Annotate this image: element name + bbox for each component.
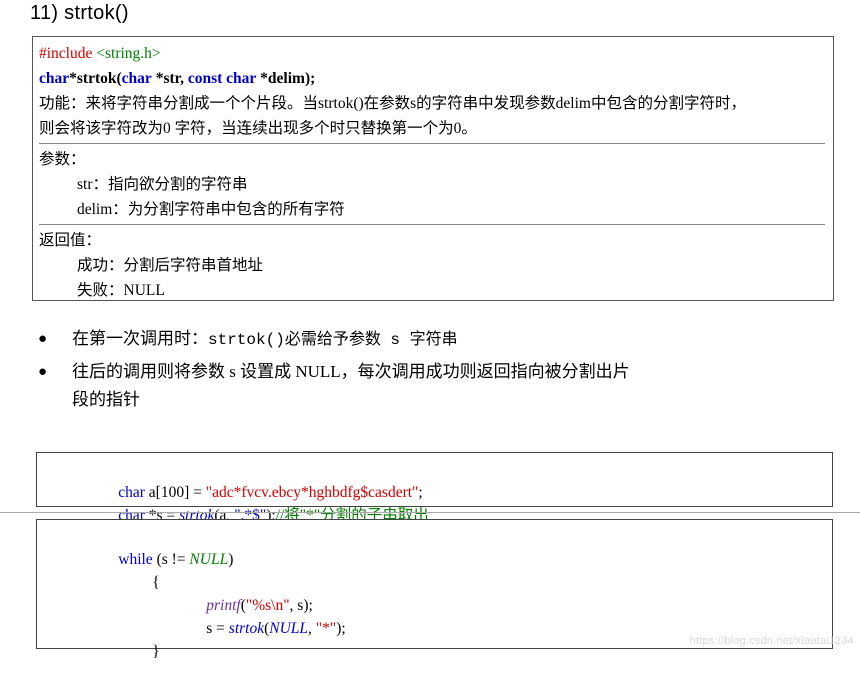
include-line: #include <string.h> — [39, 41, 825, 66]
include-header: <string.h> — [96, 45, 161, 62]
prototype-arg1-type: char — [121, 70, 152, 87]
slide-page: 11) strtok() #include <string.h> char*st… — [0, 0, 860, 660]
code2-l2-brace: { — [152, 574, 160, 591]
list-item: ● 往后的调用则将参数 s 设置成 NULL，每次调用成功则返回指向被分割出片 … — [30, 358, 830, 414]
prototype-return-type: char — [39, 70, 70, 87]
code-line: while (s != NULL) — [37, 525, 832, 568]
horizontal-separator — [0, 512, 860, 513]
code2-l1-null: NULL — [189, 551, 229, 568]
watermark-text: https://blog.csdn.net/xiaotai1234 — [689, 635, 854, 647]
function-label-text: 功能： — [39, 95, 86, 112]
code2-l1-keyword: while — [118, 551, 153, 568]
bullet-text-2: 往后的调用则将参数 s 设置成 NULL，每次调用成功则返回指向被分割出片 段的… — [72, 358, 830, 414]
code-line: s = strtok(NULL, "*"); — [37, 594, 832, 637]
param-delim: delim：为分割字符串中包含的所有字符 — [77, 201, 345, 218]
prototype-name: *strtok — [69, 70, 117, 87]
return-success: 成功：分割后字符串首地址 — [77, 257, 264, 274]
function-label: 功能：来将字符串分割成一个个片段。当strtok()在参数s的字符串中发现参数d… — [39, 91, 825, 116]
bullet-1-code: strtok() — [208, 331, 285, 349]
code2-l1-rest-b: ) — [228, 551, 234, 568]
divider-2 — [39, 224, 825, 225]
return-label: 返回值： — [39, 232, 102, 249]
usage-notes-list: ● 在第一次调用时：strtok()必需给予参数 s 字符串 ● 往后的调用则将… — [30, 325, 830, 418]
bullet-dot-icon: ● — [38, 364, 48, 380]
function-desc-line2: 则会将该字符改为0 字符，当连续出现多个时只替换第一个为0。 — [39, 120, 477, 137]
prototype-close-paren: ); — [304, 70, 316, 87]
prototype-arg2-type: const char — [187, 70, 257, 87]
code1-l1-keyword: char — [118, 484, 145, 501]
code2-l4-rest-a: s = — [206, 620, 229, 637]
code2-l3-function: printf — [206, 597, 241, 614]
params-label: 参数： — [39, 151, 86, 168]
code1-l1-rest-b: ; — [418, 484, 423, 501]
bullet-1-after: 必需给予参数 s 字符串 — [284, 331, 458, 349]
list-item: ● 在第一次调用时：strtok()必需给予参数 s 字符串 — [30, 325, 830, 354]
prototype-line: char*strtok(char *str, const char *delim… — [39, 66, 825, 91]
code2-l1-rest-a: (s != — [152, 551, 190, 568]
code-block-1: char a[100] = "adc*fvcv.ebcy*hghbdfg$cas… — [36, 452, 833, 524]
code2-l3-string: "%s\n" — [245, 597, 290, 614]
bullet-1-before: 在第一次调用时： — [72, 329, 208, 348]
code1-l1-rest-a: a[100] = — [144, 484, 206, 501]
code2-l4-rest-c: , — [308, 620, 316, 637]
prototype-arg2-name: *delim — [260, 70, 305, 87]
bullet-2-after: 段的指针 — [72, 390, 140, 409]
code2-l5-brace: } — [152, 643, 160, 660]
code2-l4-string: "*" — [315, 620, 337, 637]
bullet-2-before: 往后的调用则将参数 s 设置成 NULL，每次调用成功则返回指向被分割出片 — [72, 362, 630, 381]
code1-l1-string: "adc*fvcv.ebcy*hghbdfg$casdert" — [205, 484, 419, 501]
bullet-dot-icon: ● — [38, 331, 48, 347]
function-spec-box: #include <string.h> char*strtok(char *st… — [32, 36, 834, 301]
code2-l4-function: strtok — [228, 620, 265, 637]
function-desc-line2-row: 则会将该字符改为0 字符，当连续出现多个时只替换第一个为0。 — [39, 116, 825, 141]
return-fail: 失败：NULL — [77, 282, 165, 299]
page-title: 11) strtok() — [30, 2, 129, 24]
code2-l4-rest-d: ); — [336, 620, 346, 637]
param-str: str：指向欲分割的字符串 — [77, 176, 248, 193]
bullet-text-1: 在第一次调用时：strtok()必需给予参数 s 字符串 — [72, 325, 830, 354]
code2-l4-null: NULL — [269, 620, 309, 637]
code2-l3-rest-b: , s); — [289, 597, 313, 614]
prototype-arg1-name: *str, — [155, 70, 184, 87]
code-line: char a[100] = "adc*fvcv.ebcy*hghbdfg$cas… — [37, 458, 832, 501]
function-desc-line1: 来将字符串分割成一个个片段。当strtok()在参数s的字符串中发现参数deli… — [85, 95, 746, 112]
include-directive: #include — [39, 45, 93, 62]
divider-1 — [39, 143, 825, 144]
code-block-2: while (s != NULL) { printf("%s\n", s); s… — [36, 519, 833, 660]
